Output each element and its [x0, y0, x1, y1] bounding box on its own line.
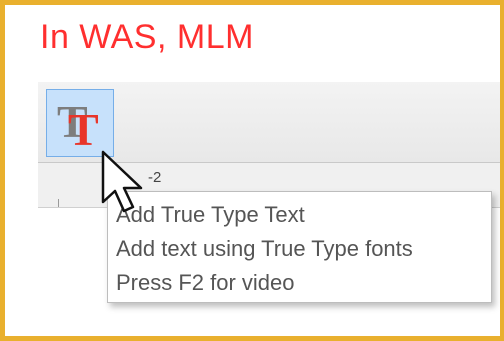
- page-title: In WAS, MLM: [40, 18, 254, 56]
- add-true-type-text-button[interactable]: T T: [46, 89, 114, 157]
- tooltip-title: Add True Type Text: [116, 202, 305, 227]
- ruler-label: -2: [148, 169, 162, 186]
- tooltip: Add True Type Text Add text using True T…: [107, 191, 492, 303]
- tooltip-description: Add text using True Type fonts: [116, 236, 413, 261]
- true-type-text-icon: T T: [57, 96, 99, 155]
- mouse-pointer-icon: [101, 150, 143, 213]
- ruler-tick: [58, 199, 59, 207]
- tooltip-hint: Press F2 for video: [116, 270, 295, 295]
- icon-red-t: T: [68, 104, 99, 155]
